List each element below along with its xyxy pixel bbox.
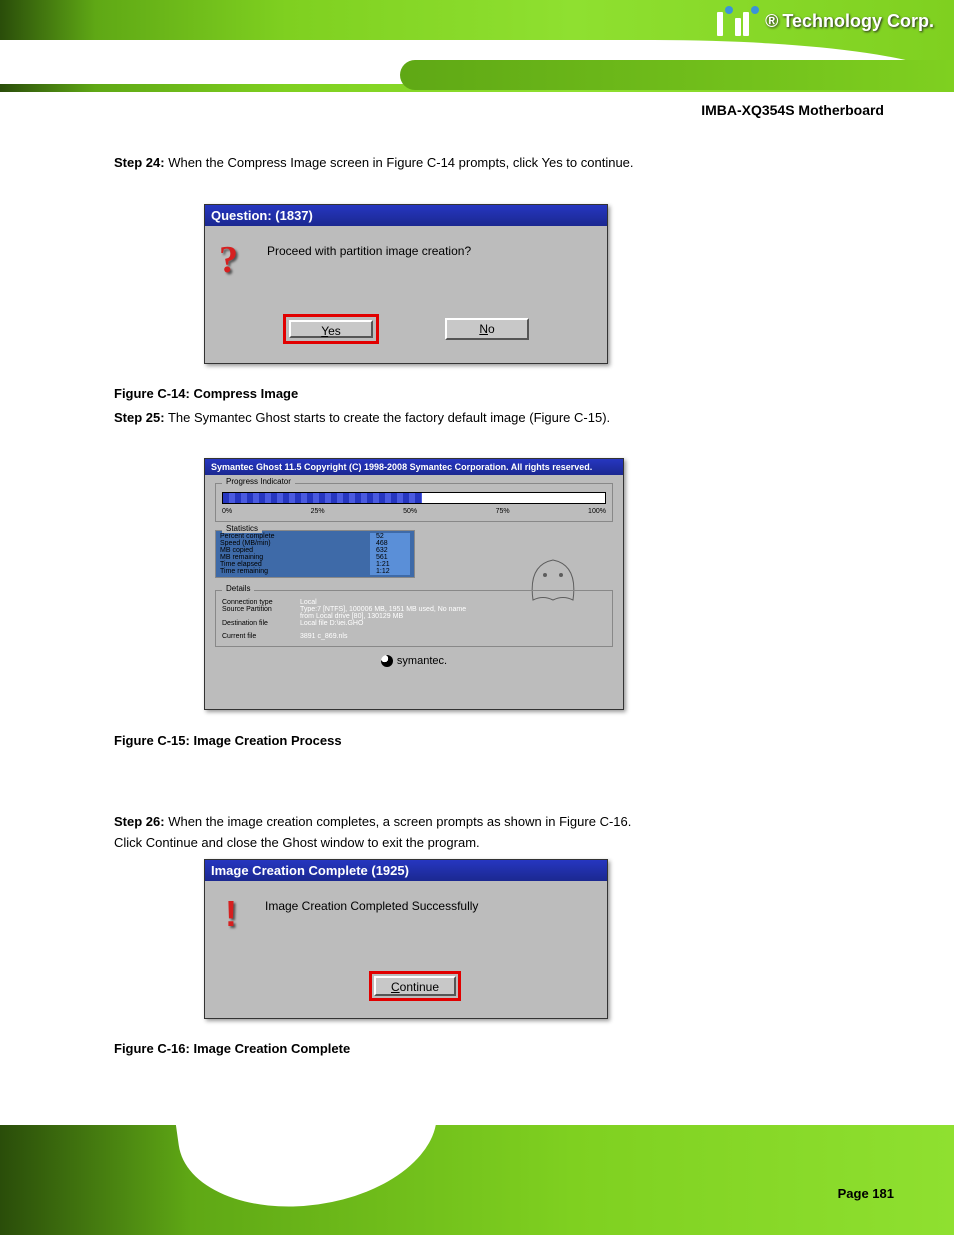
det-cur-lbl: Current file (222, 633, 292, 640)
brand-text: Technology Corp. (782, 11, 934, 32)
question-mark-icon: ? (219, 238, 238, 282)
step-24-body: When the Compress Image screen in Figure… (165, 155, 634, 170)
question-dialog: Question: (1837) ? Proceed with partitio… (204, 204, 608, 364)
tick-25: 25% (311, 508, 325, 515)
tick-75: 75% (496, 508, 510, 515)
stat-elapsed-lbl: Time elapsed (220, 561, 262, 568)
complete-dialog-title: Image Creation Complete (1925) (205, 860, 607, 881)
figure-c14-caption: Figure C-14: Compress Image (114, 386, 298, 401)
step-26-body-b: Click Continue and close the Ghost windo… (114, 835, 834, 850)
figure-c15-caption: Figure C-15: Image Creation Process (114, 733, 342, 748)
stats-fieldset: Statistics Percent complete52 Speed (MB/… (215, 530, 415, 578)
stats-legend: Statistics (222, 524, 262, 533)
header-curve-2 (400, 60, 954, 90)
det-conn-lbl: Connection type (222, 599, 292, 606)
det-cur-val: 3891 c_869.nls (300, 633, 347, 640)
tick-100: 100% (588, 508, 606, 515)
det-dest-val: Local file D:\iei.GHO (300, 620, 363, 627)
stat-rem-lbl: MB remaining (220, 554, 263, 561)
question-dialog-title: Question: (1837) (205, 205, 607, 226)
step-24-text: Step 24: When the Compress Image screen … (114, 155, 834, 170)
stat-rem-val: 561 (370, 554, 410, 561)
page-number: Page 181 (838, 1186, 894, 1201)
progress-ticks: 0% 25% 50% 75% 100% (222, 508, 606, 515)
brand-logo: ® Technology Corp. (717, 6, 934, 36)
details-legend: Details (222, 584, 254, 593)
stat-copied-lbl: MB copied (220, 547, 253, 554)
yes-button-highlight: Yes (283, 314, 379, 344)
tick-50: 50% (403, 508, 417, 515)
stat-trem-val: 1:12 (370, 568, 410, 575)
stat-trem-lbl: Time remaining (220, 568, 268, 575)
page-header: ® Technology Corp. (0, 0, 954, 92)
figure-c16-caption: Figure C-16: Image Creation Complete (114, 1041, 350, 1056)
progress-bar (222, 492, 606, 504)
stat-copied-val: 632 (370, 547, 410, 554)
det-src-lbl: Source Partition (222, 606, 292, 613)
iei-logo-icon (717, 6, 759, 36)
progress-fill (223, 493, 422, 503)
complete-dialog: Image Creation Complete (1925) ! Image C… (204, 859, 608, 1019)
step-25-body: The Symantec Ghost starts to create the … (165, 410, 611, 425)
footer-curve (173, 1125, 447, 1223)
step-25-num: Step 25: (114, 410, 165, 425)
continue-button[interactable]: Continue (374, 976, 456, 996)
stat-pct-val: 52 (370, 533, 410, 540)
exclamation-icon: ! (225, 893, 237, 935)
complete-dialog-message: Image Creation Completed Successfully (265, 899, 478, 913)
ghost-body: Progress Indicator 0% 25% 50% 75% 100% S… (205, 475, 623, 675)
brand-prefix: ® (765, 11, 778, 32)
step-24-num: Step 24: (114, 155, 165, 170)
det-src2-val: from Local drive [80], 130129 MB (300, 613, 403, 620)
det-src-val: Type:7 [NTFS], 100006 MB, 1951 MB used, … (300, 606, 466, 613)
details-fieldset: Details Connection typeLocal Source Part… (215, 590, 613, 647)
stat-elapsed-val: 1:21 (370, 561, 410, 568)
stat-pct-lbl: Percent complete (220, 533, 274, 540)
model-name: IMBA-XQ354S Motherboard (701, 102, 884, 118)
step-26-body-a: When the image creation completes, a scr… (165, 814, 632, 829)
continue-button-highlight: Continue (369, 971, 461, 1001)
step-26-num: Step 26: (114, 814, 165, 829)
stat-speed-lbl: Speed (MB/min) (220, 540, 271, 547)
no-button[interactable]: No (445, 318, 529, 340)
progress-legend: Progress Indicator (222, 477, 295, 486)
det-dest-lbl: Destination file (222, 620, 292, 627)
step-26-text: Step 26: When the image creation complet… (114, 814, 834, 850)
ghost-title: Symantec Ghost 11.5 Copyright (C) 1998-2… (205, 459, 623, 475)
det-src2-lbl (222, 613, 292, 620)
symantec-icon (381, 655, 393, 667)
symantec-text: symantec. (397, 655, 447, 667)
progress-fieldset: Progress Indicator 0% 25% 50% 75% 100% (215, 483, 613, 522)
question-dialog-body: ? Proceed with partition image creation?… (205, 226, 607, 358)
tick-0: 0% (222, 508, 232, 515)
det-conn-val: Local (300, 599, 317, 606)
step-25-text: Step 25: The Symantec Ghost starts to cr… (114, 410, 834, 425)
question-dialog-message: Proceed with partition image creation? (267, 244, 471, 258)
yes-button[interactable]: Yes (289, 320, 373, 338)
complete-dialog-body: ! Image Creation Completed Successfully … (205, 881, 607, 1013)
ghost-window: Symantec Ghost 11.5 Copyright (C) 1998-2… (204, 458, 624, 710)
page-footer (0, 1125, 954, 1235)
stat-speed-val: 468 (370, 540, 410, 547)
symantec-brand: symantec. (215, 655, 613, 667)
